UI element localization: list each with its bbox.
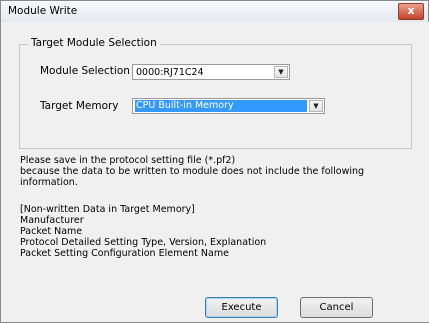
group-legend: Target Module Selection (28, 37, 160, 49)
non-written-header: [Non-written Data in Target Memory] (20, 204, 195, 215)
non-written-item: Packet Name (20, 226, 83, 237)
target-memory-label: Target Memory (40, 100, 119, 112)
execute-button[interactable]: Execute (205, 297, 278, 318)
module-write-dialog: Module Write x Target Module Selection M… (0, 0, 429, 323)
module-selection-value: 0000:RJ71C24 (136, 67, 204, 78)
title-bar: Module Write x (1, 1, 428, 22)
non-written-item: Protocol Detailed Setting Type, Version,… (20, 237, 267, 248)
module-selection-label: Module Selection (40, 65, 130, 77)
target-memory-dropdown[interactable]: CPU Built-in Memory ▼ (132, 98, 325, 114)
non-written-item: Packet Setting Configuration Element Nam… (20, 248, 229, 259)
module-selection-dropdown[interactable]: 0000:RJ71C24 ▼ (132, 64, 290, 80)
close-button[interactable]: x (398, 3, 424, 20)
dialog-body: Target Module Selection Module Selection… (2, 22, 429, 322)
message-line-2: because the data to be written to module… (20, 166, 365, 177)
target-memory-value: CPU Built-in Memory (135, 100, 307, 112)
message-line-3: information. (20, 177, 78, 188)
close-icon: x (407, 4, 415, 17)
target-module-selection-group (19, 44, 412, 149)
chevron-down-icon: ▼ (274, 66, 288, 78)
non-written-item: Manufacturer (20, 215, 84, 226)
chevron-down-icon: ▼ (309, 100, 323, 112)
cancel-button[interactable]: Cancel (300, 297, 373, 318)
message-line-1: Please save in the protocol setting file… (20, 155, 236, 166)
window-title: Module Write (8, 5, 78, 17)
